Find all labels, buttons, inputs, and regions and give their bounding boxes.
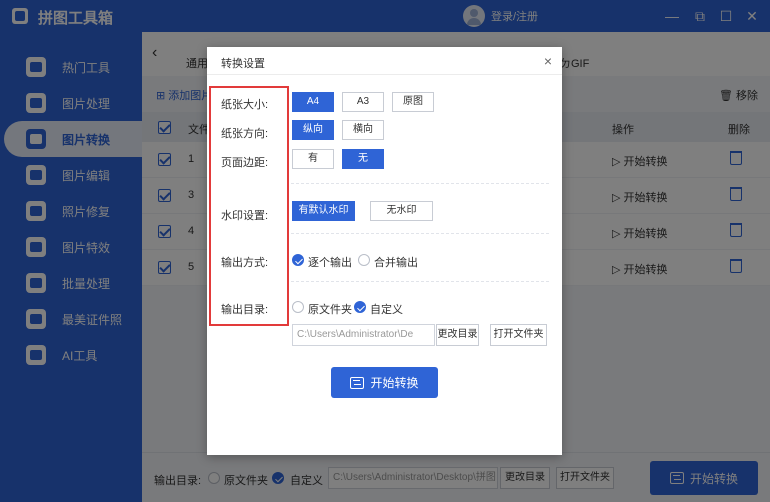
watermark-none[interactable]: 无水印 [370,201,433,221]
convert-icon [350,376,365,389]
output-merge-label: 合并输出 [374,257,418,269]
orig-folder-radio[interactable] [292,301,304,313]
paper-size-original[interactable]: 原图 [392,92,434,112]
custom-label: 自定义 [370,304,403,316]
divider [291,281,549,282]
change-dir-button[interactable]: 更改目录 [436,324,479,346]
output-merge-radio[interactable] [358,254,370,266]
start-convert-label: 开始转换 [370,376,419,390]
highlight-box [209,86,289,326]
start-convert-button[interactable]: 开始转换 [331,367,438,398]
divider [291,183,549,184]
margin-no[interactable]: 无 [342,149,384,169]
margin-yes[interactable]: 有 [292,149,334,169]
close-icon[interactable]: × [544,53,552,69]
divider [291,233,549,234]
dialog-title: 转换设置 [221,58,265,70]
orig-folder-label: 原文件夹 [308,304,352,316]
orientation-portrait[interactable]: 纵向 [292,120,334,140]
dialog-header: 转换设置 × [207,47,562,75]
open-folder-button[interactable]: 打开文件夹 [490,324,547,346]
output-individual-label: 逐个输出 [308,257,352,269]
watermark-default[interactable]: 有默认水印 [292,201,355,221]
orientation-landscape[interactable]: 横向 [342,120,384,140]
output-individual-radio[interactable] [292,254,304,266]
paper-size-a4[interactable]: A4 [292,92,334,112]
output-path-field[interactable]: C:\Users\Administrator\De [292,324,435,346]
custom-radio[interactable] [354,301,366,313]
paper-size-a3[interactable]: A3 [342,92,384,112]
